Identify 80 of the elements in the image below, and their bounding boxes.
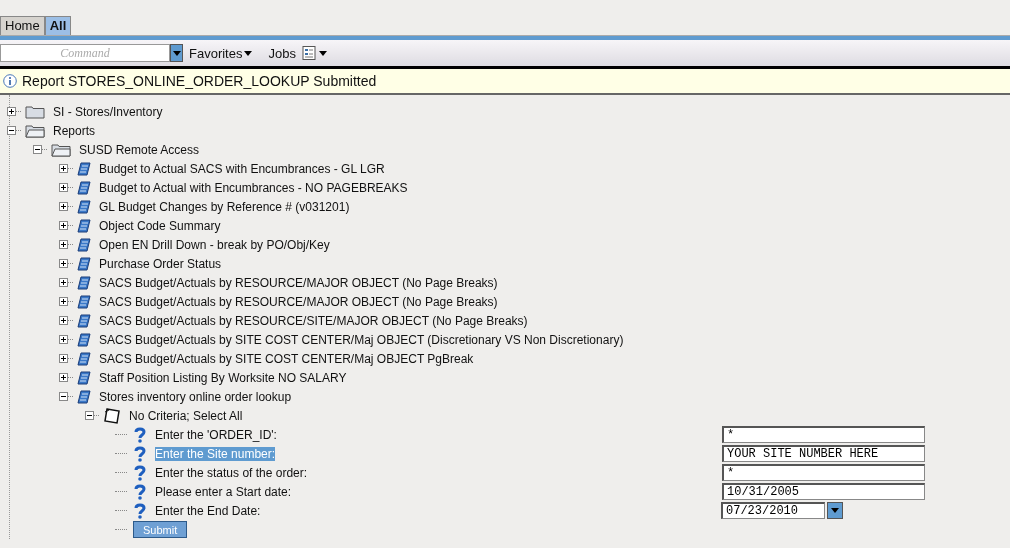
caret-icon <box>244 50 253 56</box>
expand-toggle[interactable] <box>59 278 68 287</box>
tree-item[interactable]: SI - Stores/Inventory <box>53 104 163 119</box>
report-icon <box>77 275 91 290</box>
expand-toggle[interactable] <box>59 221 68 230</box>
tree-item[interactable]: Open EN Drill Down - break by PO/Obj/Key <box>99 237 330 252</box>
tree-item[interactable]: Stores inventory online order lookup <box>99 389 292 404</box>
expand-toggle[interactable] <box>59 164 68 173</box>
tree-item[interactable]: SUSD Remote Access <box>79 142 200 157</box>
prompt-label: Please enter a Start date: <box>155 484 293 499</box>
tree-item[interactable]: SACS Budget/Actuals by RESOURCE/SITE/MAJOR OBJECT (No Page Breaks) <box>99 313 528 328</box>
tree-item[interactable]: Budget to Actual SACS with Encumbrances - GL LGR <box>99 161 385 176</box>
tree-item[interactable]: Purchase Order Status <box>99 256 222 271</box>
folder-icon <box>25 104 45 119</box>
caret-icon <box>172 50 181 56</box>
report-icon <box>77 351 91 366</box>
input-field[interactable]: 10/31/2005 <box>722 483 925 500</box>
toolbar-menu[interactable]: Favorites <box>189 45 243 61</box>
tab[interactable]: All <box>44 16 72 35</box>
expand-toggle[interactable] <box>33 145 42 154</box>
expand-toggle[interactable] <box>59 354 68 363</box>
command-field[interactable]: Command <box>0 44 170 62</box>
tree-item[interactable]: Staff Position Listing By Worksite NO SALARY <box>99 370 347 385</box>
info-icon <box>3 74 17 88</box>
expand-toggle[interactable] <box>59 297 68 306</box>
help-icon <box>133 445 147 462</box>
prompt-label: Enter the 'ORDER_ID': <box>155 427 278 442</box>
expand-toggle[interactable] <box>59 316 68 325</box>
caret-icon <box>831 508 839 513</box>
expand-toggle[interactable] <box>59 183 68 192</box>
expand-toggle[interactable] <box>59 259 68 268</box>
report-icon <box>77 199 91 214</box>
help-icon <box>133 483 147 500</box>
input-field[interactable]: YOUR SITE NUMBER HERE <box>722 445 925 462</box>
tree-item[interactable]: Budget to Actual with Encumbrances - NO PAGEBREAKS <box>99 180 408 195</box>
report-icon <box>77 313 91 328</box>
prompt-label: Enter the End Date: <box>155 503 262 518</box>
report-icon <box>77 161 91 176</box>
expand-toggle[interactable] <box>59 335 68 344</box>
tree-item[interactable]: No Criteria; Select All <box>129 408 243 423</box>
expand-toggle[interactable] <box>59 373 68 382</box>
report-icon <box>77 294 91 309</box>
help-icon <box>133 464 147 481</box>
prompt-label: Enter the Site number: <box>155 446 276 461</box>
input-field[interactable]: * <box>722 426 925 443</box>
expand-toggle[interactable] <box>59 240 68 249</box>
toolbar-menu[interactable]: Jobs <box>268 45 296 61</box>
report-icon <box>77 370 91 385</box>
page-icon <box>103 407 121 424</box>
document-icon[interactable] <box>301 46 316 60</box>
expand-toggle[interactable] <box>59 392 68 401</box>
report-icon <box>77 218 91 233</box>
date-field[interactable]: 07/23/2010 <box>721 502 825 519</box>
tree-item[interactable]: SACS Budget/Actuals by RESOURCE/MAJOR OBJECT (No Page Breaks) <box>99 294 498 309</box>
report-icon <box>77 389 91 404</box>
prompt-label: Enter the status of the order: <box>155 465 309 480</box>
help-icon <box>133 502 147 519</box>
folder-icon <box>25 123 45 138</box>
report-icon <box>77 180 91 195</box>
dropdown-button[interactable] <box>827 502 843 519</box>
report-icon <box>77 332 91 347</box>
tree-item[interactable]: SACS Budget/Actuals by SITE COST CENTER/Maj OBJECT (Discretionary VS Non Discretionary) <box>99 332 624 347</box>
caret-icon <box>318 50 327 56</box>
expand-toggle[interactable] <box>59 202 68 211</box>
tree-item[interactable]: Reports <box>53 123 96 138</box>
tree-item[interactable]: GL Budget Changes by Reference # (v031201) <box>99 199 350 214</box>
expand-toggle[interactable] <box>7 107 16 116</box>
dropdown-button[interactable] <box>170 44 183 62</box>
report-icon <box>77 237 91 252</box>
expand-toggle[interactable] <box>7 126 16 135</box>
tree-item[interactable]: SACS Budget/Actuals by RESOURCE/MAJOR OBJECT (No Page Breaks) <box>99 275 498 290</box>
notice-text: Report STORES_ONLINE_ORDER_LOOKUP Submitted <box>22 73 377 89</box>
tab[interactable]: Home <box>0 16 45 35</box>
report-icon <box>77 256 91 271</box>
input-field[interactable]: * <box>722 464 925 481</box>
help-icon <box>133 426 147 443</box>
folder-icon <box>51 142 71 157</box>
tree-item[interactable]: Object Code Summary <box>99 218 221 233</box>
expand-toggle[interactable] <box>85 411 94 420</box>
tree-item[interactable]: SACS Budget/Actuals by SITE COST CENTER/Maj OBJECT PgBreak <box>99 351 474 366</box>
